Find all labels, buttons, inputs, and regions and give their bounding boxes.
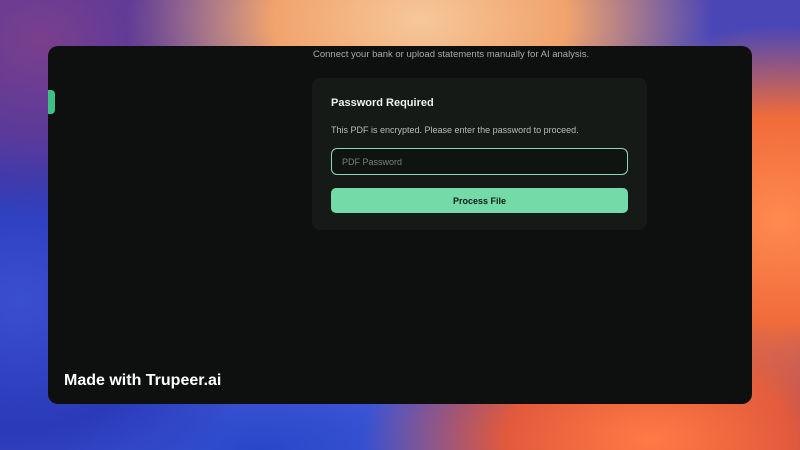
card-description: This PDF is encrypted. Please enter the … <box>331 125 579 135</box>
card-title: Password Required <box>331 97 434 109</box>
trupeer-watermark: Made with Trupeer.ai <box>64 372 222 389</box>
desktop-wallpaper: Connect your bank or upload statements m… <box>0 0 800 450</box>
sidebar-active-indicator[interactable] <box>48 90 55 114</box>
page-subtitle: Connect your bank or upload statements m… <box>313 49 590 60</box>
process-file-button[interactable]: Process File <box>331 188 628 213</box>
password-required-card: Password Required This PDF is encrypted.… <box>312 78 647 230</box>
app-window: Connect your bank or upload statements m… <box>48 46 752 404</box>
pdf-password-input[interactable] <box>331 148 628 175</box>
